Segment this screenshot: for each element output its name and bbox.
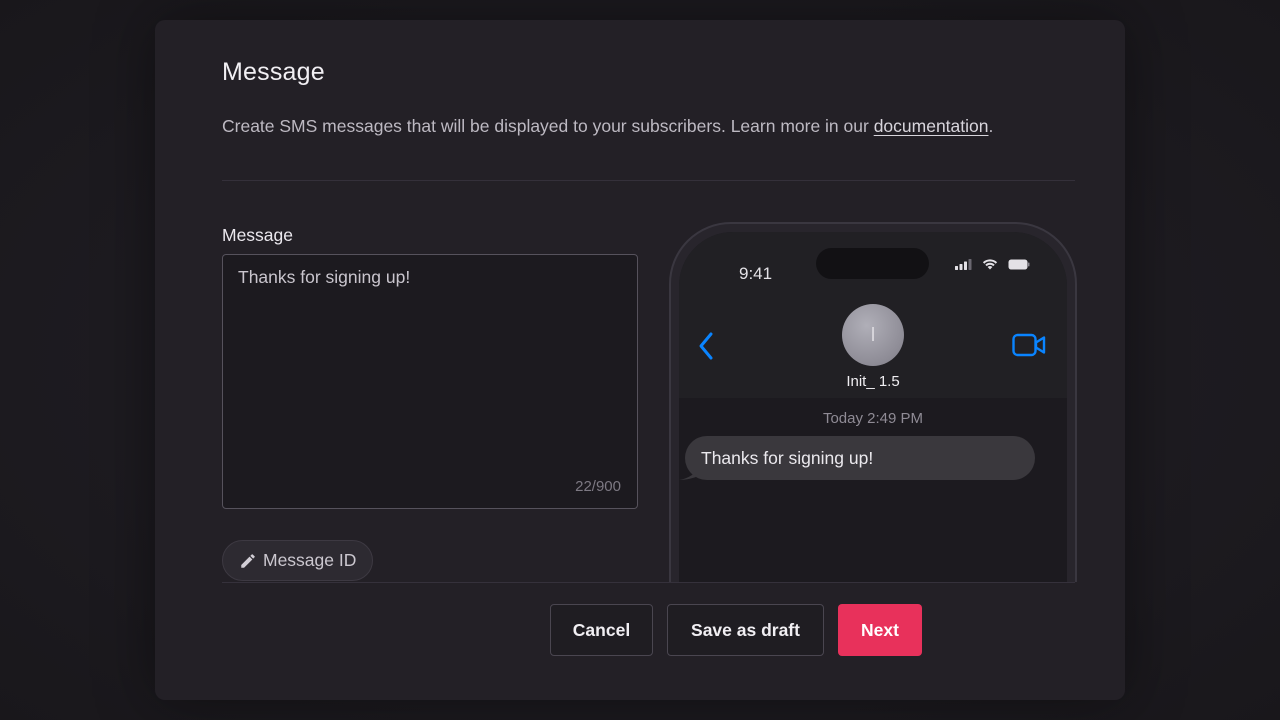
wifi-icon — [982, 257, 998, 275]
cancel-button[interactable]: Cancel — [550, 604, 653, 656]
message-textarea-container: 22/900 — [222, 254, 638, 509]
header-divider — [222, 180, 1075, 181]
message-id-button[interactable]: Message ID — [222, 540, 374, 581]
message-id-label: Message ID — [263, 550, 357, 570]
footer-divider — [222, 582, 1075, 583]
character-count: 22/900 — [575, 478, 621, 495]
chevron-left-icon[interactable] — [697, 331, 715, 366]
battery-icon — [1008, 257, 1030, 275]
dynamic-island — [816, 248, 929, 279]
dialog-title: Message — [222, 58, 325, 86]
cellular-signal-icon — [955, 257, 972, 275]
bubble-text: Thanks for signing up! — [701, 447, 874, 468]
video-call-icon[interactable] — [1012, 333, 1046, 362]
message-bubble: Thanks for signing up! — [685, 436, 1035, 480]
message-timestamp: Today 2:49 PM — [822, 410, 924, 427]
pencil-icon — [239, 552, 257, 570]
avatar-initial: I — [870, 323, 876, 346]
documentation-link[interactable]: documentation — [874, 116, 989, 136]
message-textarea[interactable] — [223, 255, 637, 508]
status-bar-icons — [955, 257, 1030, 275]
description-text: Create SMS messages that will be display… — [222, 116, 874, 136]
description-suffix: . — [988, 116, 994, 136]
sms-preview: 9:41 I Init_ 1.5 Today 2:49 PM Thanks fo… — [667, 220, 1079, 582]
contact-avatar: I — [842, 304, 904, 366]
phone-frame: 9:41 I Init_ 1.5 Today 2:49 PM Thanks fo… — [669, 222, 1077, 582]
phone-screen: 9:41 I Init_ 1.5 Today 2:49 PM Thanks fo… — [679, 232, 1067, 582]
status-bar-time: 9:41 — [739, 264, 773, 283]
message-dialog: Message Create SMS messages that will be… — [155, 20, 1125, 700]
save-as-draft-button[interactable]: Save as draft — [667, 604, 824, 656]
message-field-label: Message — [222, 225, 294, 245]
dialog-description: Create SMS messages that will be display… — [222, 116, 993, 137]
contact-name: Init_ 1.5 — [846, 373, 900, 390]
next-button[interactable]: Next — [838, 604, 922, 656]
